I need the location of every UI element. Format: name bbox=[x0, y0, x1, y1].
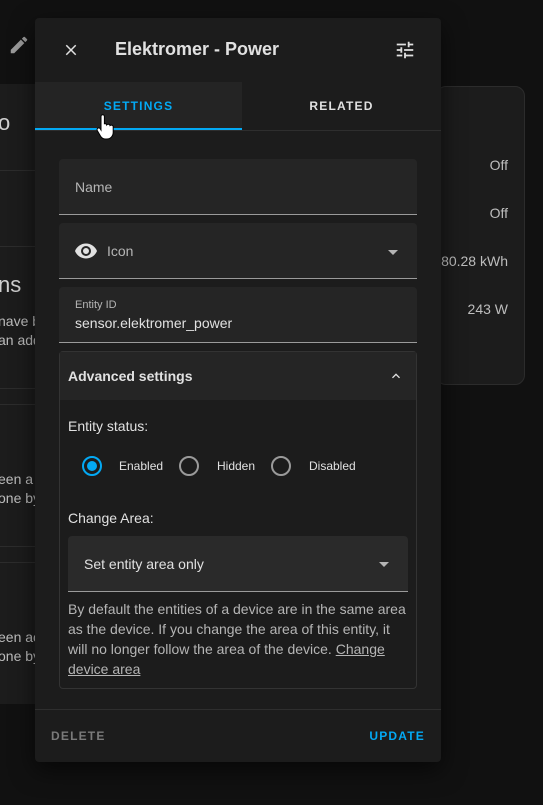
advanced-settings-title: Advanced settings bbox=[68, 368, 193, 384]
background-card-left bbox=[0, 84, 40, 704]
advanced-settings-header[interactable]: Advanced settings bbox=[60, 352, 416, 400]
dialog-title: Elektromer - Power bbox=[115, 39, 280, 59]
active-tab-indicator bbox=[35, 128, 242, 130]
entity-id-value: sensor.elektromer_power bbox=[75, 315, 233, 331]
entity-id-label: Entity ID bbox=[75, 299, 117, 311]
icon-placeholder: Icon bbox=[107, 243, 134, 259]
bg-divider bbox=[0, 246, 40, 247]
close-icon bbox=[65, 44, 77, 56]
icon-picker[interactable]: Icon bbox=[59, 223, 417, 279]
dropdown-arrow-icon bbox=[379, 562, 389, 567]
bg-fragment: o bbox=[0, 110, 11, 135]
chevron-up-icon bbox=[392, 373, 400, 379]
name-placeholder: Name bbox=[75, 179, 113, 195]
tab-settings[interactable]: SETTINGS bbox=[35, 82, 242, 130]
bg-state-value: Off bbox=[489, 157, 508, 173]
advanced-settings-panel: Advanced settings Entity status: Enabled… bbox=[59, 351, 417, 689]
bg-fragment: ns bbox=[0, 272, 22, 297]
radio-enabled[interactable] bbox=[82, 456, 102, 476]
radio-enabled-label[interactable]: Enabled bbox=[119, 459, 163, 473]
bg-divider bbox=[0, 388, 40, 389]
radio-hidden[interactable] bbox=[179, 456, 199, 476]
close-button[interactable] bbox=[57, 36, 85, 64]
bg-fragment: een a bbox=[0, 471, 34, 487]
radio-disabled-label[interactable]: Disabled bbox=[309, 459, 356, 473]
dialog-footer: DELETE UPDATE bbox=[35, 709, 441, 762]
delete-button[interactable]: DELETE bbox=[51, 729, 106, 743]
bg-divider bbox=[0, 562, 40, 563]
entity-status-label: Entity status: bbox=[68, 418, 149, 434]
bg-divider bbox=[0, 404, 40, 405]
dropdown-arrow-icon bbox=[388, 250, 398, 255]
tune-icon bbox=[396, 41, 414, 59]
bg-divider bbox=[0, 546, 40, 547]
update-button[interactable]: UPDATE bbox=[369, 729, 425, 743]
bg-divider bbox=[0, 170, 40, 171]
change-area-label: Change Area: bbox=[68, 510, 154, 526]
radio-disabled[interactable] bbox=[271, 456, 291, 476]
area-select[interactable]: Set entity area only bbox=[68, 536, 408, 592]
area-description: By default the entities of a device are … bbox=[68, 599, 408, 679]
dialog-header: Elektromer - Power bbox=[35, 18, 441, 82]
background-card-right bbox=[436, 86, 525, 385]
entity-id-field[interactable]: Entity ID sensor.elektromer_power bbox=[59, 287, 417, 343]
hand-pointer-icon bbox=[96, 114, 114, 140]
eye-icon bbox=[75, 243, 97, 259]
pencil-icon[interactable] bbox=[8, 34, 30, 56]
bg-state-value: 80.28 kWh bbox=[441, 253, 508, 269]
bg-state-value: Off bbox=[489, 205, 508, 221]
tab-related[interactable]: RELATED bbox=[242, 82, 441, 130]
bg-state-value: 243 W bbox=[467, 301, 508, 317]
name-field[interactable]: Name bbox=[59, 159, 417, 215]
advanced-settings-button[interactable] bbox=[391, 36, 419, 64]
area-select-value: Set entity area only bbox=[84, 556, 204, 572]
radio-hidden-label[interactable]: Hidden bbox=[217, 459, 255, 473]
